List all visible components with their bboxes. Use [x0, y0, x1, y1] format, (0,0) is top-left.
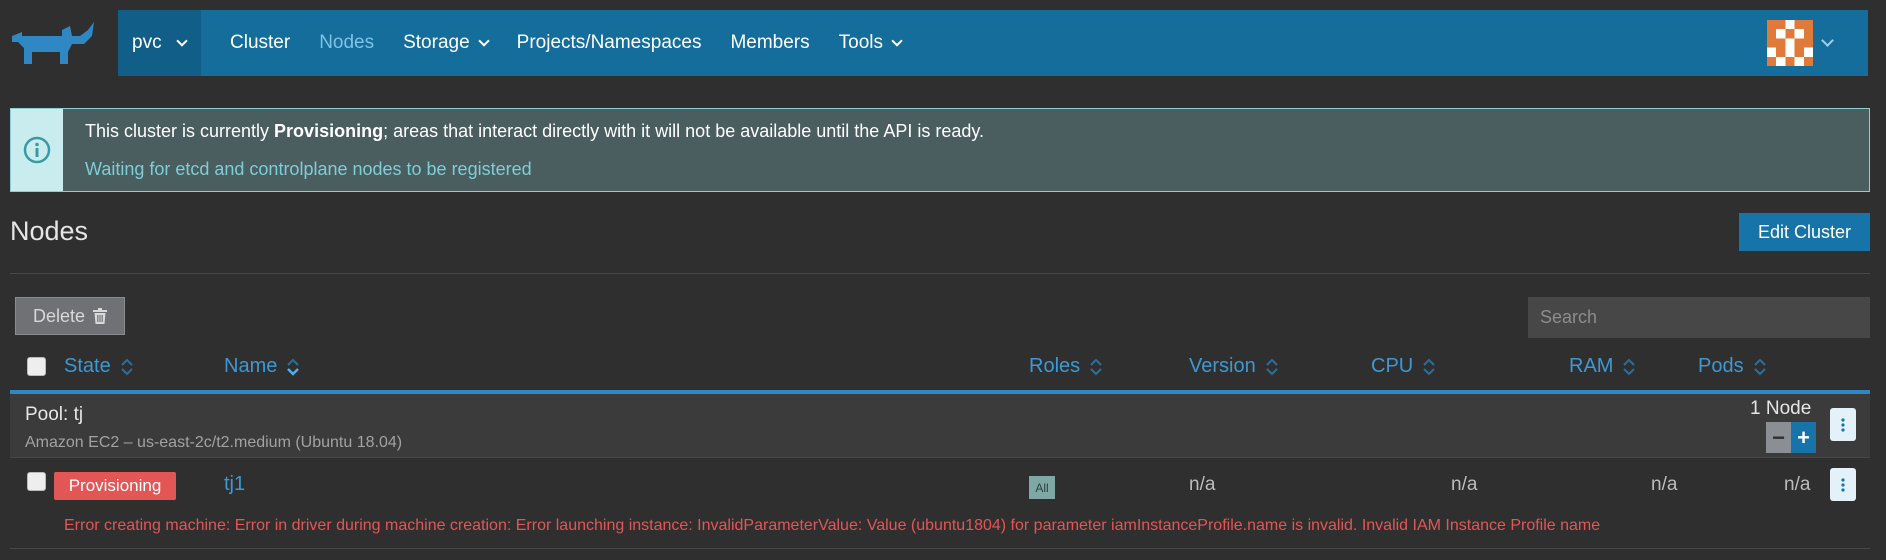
kebab-menu-icon [1841, 417, 1845, 432]
node-version: n/a [1189, 474, 1216, 495]
nav-tools[interactable]: Tools [838, 32, 903, 54]
node-actions-button[interactable] [1830, 468, 1856, 501]
select-all-checkbox[interactable] [27, 357, 46, 376]
column-header-cpu[interactable]: CPU [1371, 355, 1435, 378]
banner-text: This cluster is currently Provisioning; … [63, 109, 984, 191]
nav-nodes[interactable]: Nodes [319, 32, 374, 54]
delete-button[interactable]: Delete [15, 297, 125, 335]
info-icon [23, 136, 51, 164]
nav-storage[interactable]: Storage [403, 32, 490, 54]
node-name-link[interactable]: tj1 [224, 473, 245, 496]
nav-projects-namespaces[interactable]: Projects/Namespaces [517, 32, 702, 54]
column-header-state[interactable]: State [64, 355, 133, 378]
edit-cluster-button[interactable]: Edit Cluster [1739, 213, 1870, 251]
status-badge: Provisioning [54, 472, 176, 500]
delete-label: Delete [32, 305, 86, 326]
nav-nodes-label: Nodes [319, 32, 375, 53]
header-name-label: Name [224, 355, 278, 377]
sort-icon [120, 358, 133, 375]
cluster-selector[interactable]: pvc [118, 10, 201, 76]
chevron-down-icon [175, 34, 188, 47]
node-pods: n/a [1784, 474, 1811, 495]
chevron-down-icon [1821, 34, 1834, 47]
nav-tools-label: Tools [838, 32, 883, 53]
column-header-ram[interactable]: RAM [1569, 355, 1636, 378]
row-divider [10, 457, 1870, 458]
sort-icon [1623, 358, 1636, 375]
nav-projects-label: Projects/Namespaces [516, 32, 702, 53]
page-title: Nodes [10, 216, 89, 246]
scale-up-button[interactable]: + [1791, 422, 1816, 453]
user-menu[interactable] [1767, 20, 1834, 66]
nav-cluster-label: Cluster [230, 32, 291, 53]
search-input[interactable] [1528, 297, 1870, 338]
top-navigation-bar: pvc Cluster Nodes Storage Projects/Names… [118, 10, 1868, 76]
user-avatar-icon [1767, 20, 1813, 66]
header-version-label: Version [1189, 355, 1256, 377]
nav-storage-label: Storage [403, 32, 470, 53]
sort-icon [1753, 358, 1766, 375]
header-state-label: State [64, 355, 111, 377]
node-pool-row: Pool: tj Amazon EC2 – us-east-2c/t2.medi… [10, 394, 1870, 457]
banner-detail: Waiting for etcd and controlplane nodes … [85, 159, 532, 179]
column-header-version[interactable]: Version [1189, 355, 1278, 378]
header-divider [10, 273, 1870, 274]
trash-icon [93, 308, 108, 324]
cluster-name: pvc [132, 32, 162, 53]
column-header-roles[interactable]: Roles [1029, 355, 1102, 378]
header-cpu-label: CPU [1371, 355, 1414, 377]
banner-suffix: ; areas that interact directly with it w… [383, 121, 985, 141]
row-divider [10, 548, 1870, 549]
column-header-name[interactable]: Name [224, 355, 300, 378]
pool-actions-button[interactable] [1830, 408, 1856, 441]
banner-icon-column [11, 109, 63, 191]
sort-icon [1266, 358, 1278, 375]
column-header-pods[interactable]: Pods [1698, 355, 1766, 378]
header-roles-label: Roles [1029, 355, 1081, 377]
chevron-down-icon [891, 34, 903, 47]
header-ram-label: RAM [1569, 355, 1614, 377]
node-cpu: n/a [1451, 474, 1478, 495]
node-ram: n/a [1651, 474, 1678, 495]
pool-title: Pool: tj [25, 404, 84, 425]
row-checkbox[interactable] [27, 472, 46, 491]
pool-subtitle: Amazon EC2 – us-east-2c/t2.medium (Ubunt… [25, 434, 403, 451]
scale-down-button[interactable]: − [1766, 422, 1791, 453]
banner-message: This cluster is currently Provisioning; … [85, 121, 984, 142]
sort-icon [1423, 358, 1435, 375]
chevron-down-icon [477, 34, 490, 47]
nav-members-label: Members [730, 32, 810, 53]
rancher-logo-icon[interactable] [10, 22, 102, 66]
banner-state: Provisioning [274, 121, 384, 141]
banner-prefix: This cluster is currently [85, 121, 275, 141]
header-pods-label: Pods [1698, 355, 1744, 377]
provisioning-banner: This cluster is currently Provisioning; … [10, 108, 1870, 192]
nav-cluster[interactable]: Cluster [230, 32, 290, 54]
sort-descending-icon [287, 358, 300, 376]
role-badge: All [1029, 476, 1055, 499]
nav-members[interactable]: Members [730, 32, 809, 54]
kebab-menu-icon [1841, 477, 1845, 492]
pool-node-count: 1 Node [1750, 398, 1812, 419]
sort-icon [1090, 358, 1102, 375]
node-error-message: Error creating machine: Error in driver … [64, 517, 1601, 534]
